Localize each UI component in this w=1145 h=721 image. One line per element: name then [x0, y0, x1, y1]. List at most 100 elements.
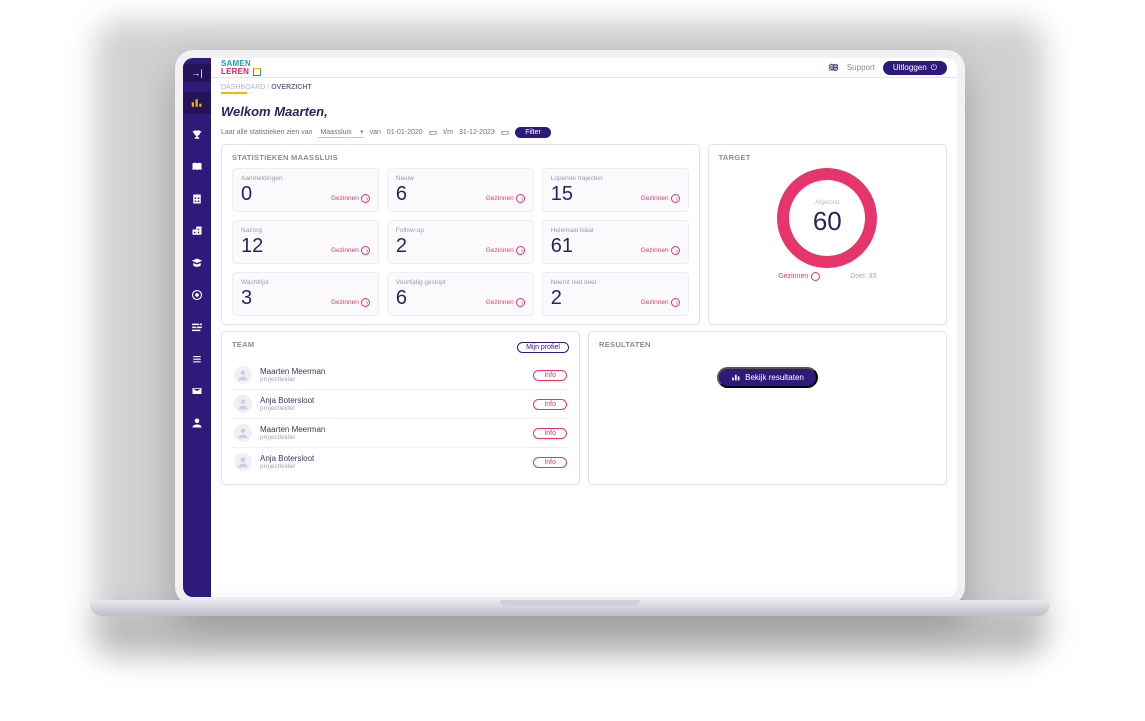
- stat-label: Neemt niet deel: [551, 279, 680, 286]
- language-flag-icon[interactable]: 🇬🇧: [829, 63, 839, 72]
- member-info-button[interactable]: Info: [533, 428, 567, 439]
- stat-label: Voortijdig gestopt: [396, 279, 525, 286]
- filter-button[interactable]: Filter: [515, 127, 551, 138]
- stats-grid: Aanmeldingen0GezinnenNieuw6GezinnenLopen…: [232, 168, 689, 316]
- sidebar-item-org[interactable]: [183, 220, 211, 242]
- breadcrumb-underline: [221, 92, 247, 94]
- stat-card[interactable]: Follow-up2Gezinnen: [387, 220, 534, 264]
- view-results-label: Bekijk resultaten: [745, 373, 804, 382]
- member-role: projectleider: [260, 434, 525, 441]
- target-rounded-value: 60: [813, 206, 842, 237]
- member-role: projectleider: [260, 463, 525, 470]
- team-list: Maarten MeermanprojectleiderInfoAnja Bot…: [232, 361, 569, 476]
- org-icon: [191, 225, 203, 237]
- member-name: Anja Botersloot: [260, 396, 525, 405]
- team-member: Anja BoterslootprojectleiderInfo: [232, 448, 569, 476]
- stat-families-link[interactable]: Gezinnen: [641, 298, 680, 307]
- filter-bar: Laat alle statistieken zien van Maasslui…: [221, 127, 947, 138]
- filter-location-select[interactable]: Maassluis: [318, 128, 363, 138]
- avatar: [234, 424, 252, 442]
- member-info-button[interactable]: Info: [533, 399, 567, 410]
- logo-mark-icon: [253, 68, 261, 76]
- stat-label: Nieuw: [396, 175, 525, 182]
- team-member: Maarten MeermanprojectleiderInfo: [232, 361, 569, 390]
- stat-families-link[interactable]: Gezinnen: [486, 194, 525, 203]
- logout-button[interactable]: Uitloggen ⏻: [883, 61, 947, 75]
- stat-card[interactable]: Neemt niet deel2Gezinnen: [542, 272, 689, 316]
- stat-label: Helemaal klaar: [551, 227, 680, 234]
- logo[interactable]: SAMEN LEREN: [221, 60, 261, 76]
- content: DASHBOARD / OVERZICHT Welkom Maarten, La…: [211, 78, 957, 597]
- results-panel-title: RESULTATEN: [599, 340, 936, 349]
- stats-panel: STATISTIEKEN MAASSLUIS Aanmeldingen0Gezi…: [221, 144, 700, 325]
- sidebar-item-dashboard[interactable]: [183, 92, 211, 114]
- sidebar-item-user[interactable]: [183, 412, 211, 434]
- stat-label: Aanmeldingen: [241, 175, 370, 182]
- laptop-frame: →|: [175, 50, 965, 605]
- my-profile-button[interactable]: Mijn profiel: [517, 342, 569, 353]
- sidebar-item-sliders[interactable]: [183, 316, 211, 338]
- screen: →|: [183, 58, 957, 597]
- breadcrumb-sep: /: [267, 84, 269, 91]
- member-role: projectleider: [260, 405, 525, 412]
- support-link[interactable]: Support: [847, 63, 875, 72]
- main: SAMEN LEREN 🇬🇧 Support Uitloggen ⏻ DASHB…: [211, 58, 957, 597]
- view-results-button[interactable]: Bekijk resultaten: [717, 367, 818, 388]
- stat-card[interactable]: Wachtlijst3Gezinnen: [232, 272, 379, 316]
- row-bottom: TEAM Mijn profiel Maarten Meermanproject…: [221, 331, 947, 485]
- stat-families-link[interactable]: Gezinnen: [331, 246, 370, 255]
- sidebar-item-mail[interactable]: [183, 380, 211, 402]
- stat-families-link[interactable]: Gezinnen: [486, 246, 525, 255]
- target-families-link[interactable]: Gezinnen: [778, 272, 820, 281]
- stat-card[interactable]: Nazorg12Gezinnen: [232, 220, 379, 264]
- sidebar-item-book[interactable]: [183, 156, 211, 178]
- calendar-from-icon[interactable]: ▭: [429, 127, 438, 138]
- sidebar-item-list[interactable]: [183, 348, 211, 370]
- sidebar-item-target[interactable]: [183, 284, 211, 306]
- book-icon: [191, 161, 203, 173]
- stat-card[interactable]: Helemaal klaar61Gezinnen: [542, 220, 689, 264]
- team-panel-title: TEAM: [232, 340, 254, 349]
- avatar: [234, 453, 252, 471]
- calendar-to-icon[interactable]: ▭: [501, 127, 510, 138]
- row-top: STATISTIEKEN MAASSLUIS Aanmeldingen0Gezi…: [221, 144, 947, 325]
- stat-families-link[interactable]: Gezinnen: [486, 298, 525, 307]
- target-sub: Gezinnen Doel: 33: [778, 272, 876, 281]
- stat-card[interactable]: Nieuw6Gezinnen: [387, 168, 534, 212]
- stat-card[interactable]: Voortijdig gestopt6Gezinnen: [387, 272, 534, 316]
- sidebar-collapse[interactable]: →|: [183, 64, 211, 82]
- team-panel: TEAM Mijn profiel Maarten Meermanproject…: [221, 331, 580, 485]
- sidebar-item-trophy[interactable]: [183, 124, 211, 146]
- stat-families-link[interactable]: Gezinnen: [641, 246, 680, 255]
- breadcrumb-root[interactable]: DASHBOARD: [221, 84, 265, 91]
- stat-families-link[interactable]: Gezinnen: [641, 194, 680, 203]
- team-member: Maarten MeermanprojectleiderInfo: [232, 419, 569, 448]
- breadcrumb: DASHBOARD / OVERZICHT: [221, 84, 947, 94]
- page-title: Welkom Maarten,: [221, 104, 947, 119]
- stat-card[interactable]: Aanmeldingen0Gezinnen: [232, 168, 379, 212]
- stat-card[interactable]: Lopende trajecten15Gezinnen: [542, 168, 689, 212]
- target-goal: Doel: 33: [850, 273, 876, 280]
- chart-icon: [731, 373, 740, 382]
- trophy-icon: [191, 129, 203, 141]
- filter-to-label: t/m: [443, 129, 453, 136]
- sidebar-item-grad[interactable]: [183, 252, 211, 274]
- logout-label: Uitloggen: [893, 63, 927, 72]
- building-icon: [191, 193, 203, 205]
- stat-label: Nazorg: [241, 227, 370, 234]
- filter-from-label: van: [370, 129, 381, 136]
- mail-icon: [191, 385, 203, 397]
- topbar: SAMEN LEREN 🇬🇧 Support Uitloggen ⏻: [211, 58, 957, 78]
- member-info-button[interactable]: Info: [533, 457, 567, 468]
- target-panel: TARGET Afgerond 60 Gezinnen Doel: 33: [708, 144, 947, 325]
- member-role: projectleider: [260, 376, 525, 383]
- stat-families-link[interactable]: Gezinnen: [331, 194, 370, 203]
- sliders-icon: [191, 321, 203, 333]
- target-icon: [191, 289, 203, 301]
- target-chart: Afgerond 60 Gezinnen Doel: 33: [719, 168, 936, 281]
- dashboard-icon: [191, 97, 203, 109]
- stat-families-link[interactable]: Gezinnen: [331, 298, 370, 307]
- avatar: [234, 395, 252, 413]
- member-info-button[interactable]: Info: [533, 370, 567, 381]
- sidebar-item-building[interactable]: [183, 188, 211, 210]
